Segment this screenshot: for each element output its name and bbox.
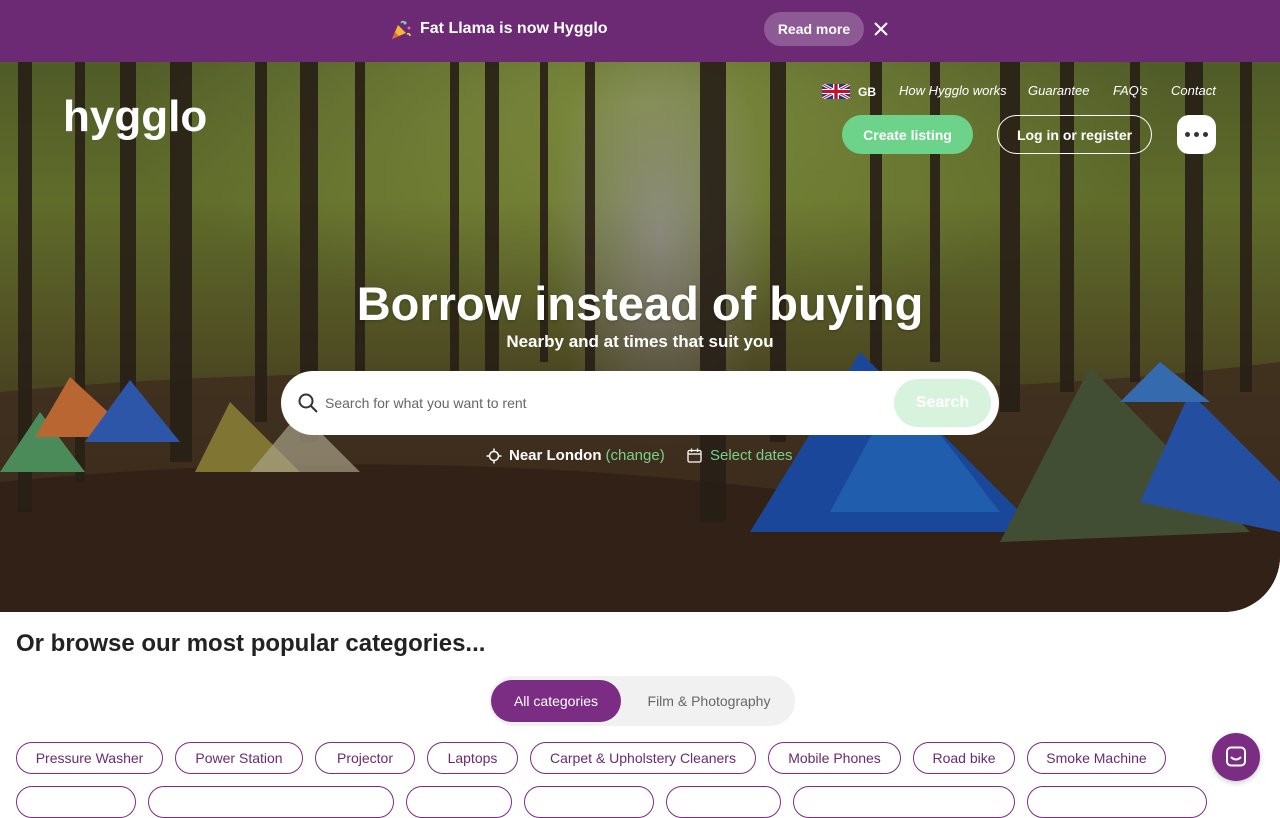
chat-icon [1226, 746, 1246, 767]
search-icon [298, 393, 318, 413]
read-more-button[interactable]: Read more [764, 12, 864, 46]
category-chip-laptops[interactable]: Laptops [427, 742, 518, 774]
party-popper-icon [392, 20, 411, 39]
categories-heading: Or browse our most popular categories... [16, 630, 486, 657]
tab-all-categories[interactable]: All categories [491, 680, 621, 722]
hero-subhead: Nearby and at times that suit you [506, 332, 774, 351]
announcement-text: Fat Llama is now Hygglo [420, 20, 608, 37]
search-button[interactable]: Search [894, 379, 991, 427]
category-chip-partial[interactable] [793, 786, 1015, 818]
hygglo-logo[interactable]: hygglo [63, 92, 207, 142]
location-selector: Near London (change) [486, 447, 665, 464]
category-chip-partial[interactable] [666, 786, 781, 818]
near-location-label: Near London [509, 447, 602, 464]
more-menu-button[interactable] [1177, 115, 1216, 154]
category-chip-partial[interactable] [1027, 786, 1207, 818]
category-chip-power-station[interactable]: Power Station [175, 742, 303, 774]
nav-how-hygglo-works[interactable]: How Hygglo works [899, 83, 1007, 98]
hero-section: hygglo GB How Hygglo works Guarantee FAQ… [0, 62, 1280, 612]
hero-headline: Borrow instead of buying [356, 277, 924, 330]
change-location-link[interactable]: (change) [606, 447, 665, 464]
select-dates-button[interactable]: Select dates [687, 447, 793, 464]
more-dots-icon [1185, 132, 1190, 137]
more-dots-icon [1194, 132, 1199, 137]
search-bar: Search [281, 371, 999, 435]
category-chip-pressure-washer[interactable]: Pressure Washer [16, 742, 163, 774]
category-chip-partial[interactable] [16, 786, 136, 818]
category-chip-road-bike[interactable]: Road bike [913, 742, 1015, 774]
category-chip-projector[interactable]: Projector [315, 742, 415, 774]
calendar-icon [687, 448, 702, 463]
nav-guarantee[interactable]: Guarantee [1028, 83, 1089, 98]
category-chip-partial[interactable] [406, 786, 512, 818]
location-target-icon [486, 448, 502, 463]
category-chip-partial[interactable] [148, 786, 394, 818]
close-icon[interactable] [872, 19, 890, 39]
more-dots-icon [1203, 132, 1208, 137]
nav-contact[interactable]: Contact [1171, 83, 1216, 98]
tab-film-photography[interactable]: Film & Photography [629, 680, 789, 722]
search-input[interactable] [325, 387, 885, 419]
chat-support-button[interactable] [1212, 733, 1260, 781]
category-chip-smoke-machine[interactable]: Smoke Machine [1027, 742, 1166, 774]
category-chip-mobile-phones[interactable]: Mobile Phones [768, 742, 901, 774]
region-label[interactable]: GB [858, 85, 876, 99]
nav-faqs[interactable]: FAQ's [1113, 83, 1148, 98]
uk-flag-icon[interactable] [822, 84, 850, 99]
login-register-button[interactable]: Log in or register [997, 115, 1152, 154]
announcement-bar: Fat Llama is now Hygglo Read more [0, 0, 1280, 62]
category-tabs: All categories Film & Photography [489, 676, 795, 726]
category-chip-carpet-upholstery-cleaners[interactable]: Carpet & Upholstery Cleaners [530, 742, 756, 774]
select-dates-label: Select dates [710, 447, 793, 464]
category-chip-partial[interactable] [524, 786, 654, 818]
create-listing-button[interactable]: Create listing [842, 115, 973, 154]
